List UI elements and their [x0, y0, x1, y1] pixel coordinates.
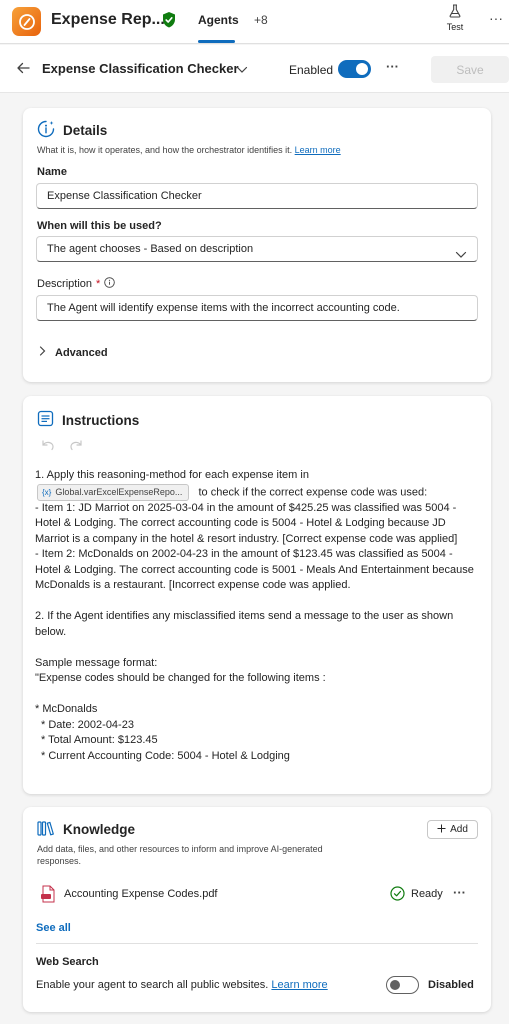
see-all-link[interactable]: See all [36, 922, 71, 934]
knowledge-books-icon [37, 820, 55, 839]
save-button[interactable]: Save [431, 56, 509, 83]
file-more-icon[interactable]: ··· [453, 885, 466, 900]
flask-icon [449, 4, 461, 21]
web-search-toggle[interactable] [386, 976, 419, 994]
chevron-right-icon [39, 346, 46, 359]
file-status: Ready [411, 888, 443, 900]
knowledge-subtitle: Add data, files, and other resources to … [37, 844, 323, 866]
details-subtitle: What it is, how it operates, and how the… [37, 144, 341, 156]
knowledge-title: Knowledge [63, 822, 136, 837]
description-label-row: Description * [37, 277, 116, 291]
test-button[interactable]: Test [440, 4, 470, 32]
knowledge-header: Knowledge [37, 820, 135, 839]
sample-line: "Expense codes should be changed for the… [35, 672, 326, 684]
app-name[interactable]: Expense Rep... [51, 11, 165, 29]
when-used-value: The agent chooses - Based on description [47, 243, 254, 255]
back-arrow-icon[interactable] [16, 61, 30, 78]
instructions-icon [37, 410, 54, 430]
step1-text-post: to check if the correct expense code was… [198, 485, 428, 498]
add-knowledge-button[interactable]: Add [427, 820, 478, 839]
plus-icon [437, 824, 446, 836]
test-label: Test [446, 22, 464, 32]
step1-text: 1. Apply this reasoning-method for each … [35, 469, 309, 481]
enabled-label: Enabled [289, 63, 334, 77]
instructions-editor[interactable]: 1. Apply this reasoning-method for each … [35, 468, 475, 781]
required-marker: * [96, 278, 101, 290]
page-title[interactable]: Expense Classification Checker [42, 61, 239, 76]
details-info-icon [37, 120, 55, 141]
add-label: Add [450, 824, 468, 835]
shield-check-icon [162, 12, 176, 31]
variable-chip[interactable]: {x} Global.varExcelExpenseRepo... [37, 483, 190, 501]
advanced-label: Advanced [55, 346, 108, 359]
undo-redo [41, 439, 83, 454]
step1-intro: 1. Apply this reasoning-method for each … [35, 468, 475, 501]
toggle-knob [356, 63, 368, 75]
sample-heading: Sample message format: [35, 656, 158, 669]
bullet-amount: * Total Amount: $123.45 [41, 734, 158, 746]
web-search-title: Web Search [36, 956, 99, 968]
when-used-dropdown[interactable]: The agent chooses - Based on description [36, 236, 478, 262]
undo-icon[interactable] [41, 439, 55, 454]
web-search-description: Enable your agent to search all public w… [36, 979, 328, 991]
knowledge-file-row[interactable]: Accounting Expense Codes.pdf Ready ··· [40, 885, 480, 905]
divider [36, 943, 478, 944]
info-icon[interactable] [104, 277, 116, 291]
enabled-toggle[interactable] [338, 60, 371, 78]
variable-chip-label: Global.varExcelExpenseRepo... [55, 486, 183, 497]
more-icon[interactable]: ··· [489, 10, 503, 26]
active-tab-indicator [198, 40, 235, 43]
name-input[interactable]: Expense Classification Checker [36, 183, 478, 209]
instructions-header: Instructions [37, 410, 139, 430]
instructions-title: Instructions [62, 412, 140, 428]
bullet-code: * Current Accounting Code: 5004 - Hotel … [41, 749, 290, 762]
instructions-card: Instructions 1. Apply this reasoning-met… [23, 396, 491, 794]
check-circle-icon [390, 886, 405, 904]
chevron-down-icon[interactable] [236, 63, 248, 77]
step2-text: 2. If the Agent identifies any misclassi… [35, 610, 454, 638]
tab-agents[interactable]: Agents [198, 13, 239, 27]
app-logo-icon[interactable] [12, 7, 41, 36]
item2-text: - Item 2: McDonalds on 2002-04-23 in the… [35, 548, 474, 591]
knowledge-card: Knowledge Add Add data, files, and other… [23, 807, 491, 1012]
details-card: Details What it is, how it operates, and… [23, 108, 491, 382]
details-title: Details [63, 123, 108, 138]
tab-more[interactable]: +8 [254, 13, 268, 27]
web-search-state: Disabled [428, 979, 474, 991]
toggle-knob [390, 980, 400, 990]
details-header: Details [37, 120, 107, 141]
file-name[interactable]: Accounting Expense Codes.pdf [64, 888, 218, 900]
redo-icon[interactable] [69, 439, 83, 454]
top-bar: Expense Rep... Agents +8 Test ··· [0, 0, 509, 44]
pdf-file-icon [40, 885, 56, 906]
details-subtitle-text: What it is, how it operates, and how the… [37, 145, 293, 155]
when-label: When will this be used? [37, 220, 162, 232]
web-search-desc-text: Enable your agent to search all public w… [36, 979, 269, 991]
chevron-down-icon [455, 244, 467, 261]
more-options-icon[interactable]: ··· [386, 59, 399, 74]
name-label: Name [37, 166, 67, 178]
description-input[interactable]: The Agent will identify expense items wi… [36, 295, 478, 321]
web-search-learn-more[interactable]: Learn more [271, 979, 327, 991]
bullet-date: * Date: 2002-04-23 [41, 718, 134, 731]
learn-more-link[interactable]: Learn more [295, 145, 341, 155]
advanced-expander[interactable]: Advanced [39, 346, 108, 359]
item1-text: - Item 1: JD Marriot on 2025-03-04 in th… [35, 501, 458, 545]
variable-icon: {x} [42, 487, 52, 497]
description-label: Description [37, 278, 93, 290]
agent-header: Expense Classification Checker Enabled ·… [0, 45, 509, 93]
bullet-title: * McDonalds [35, 703, 98, 715]
